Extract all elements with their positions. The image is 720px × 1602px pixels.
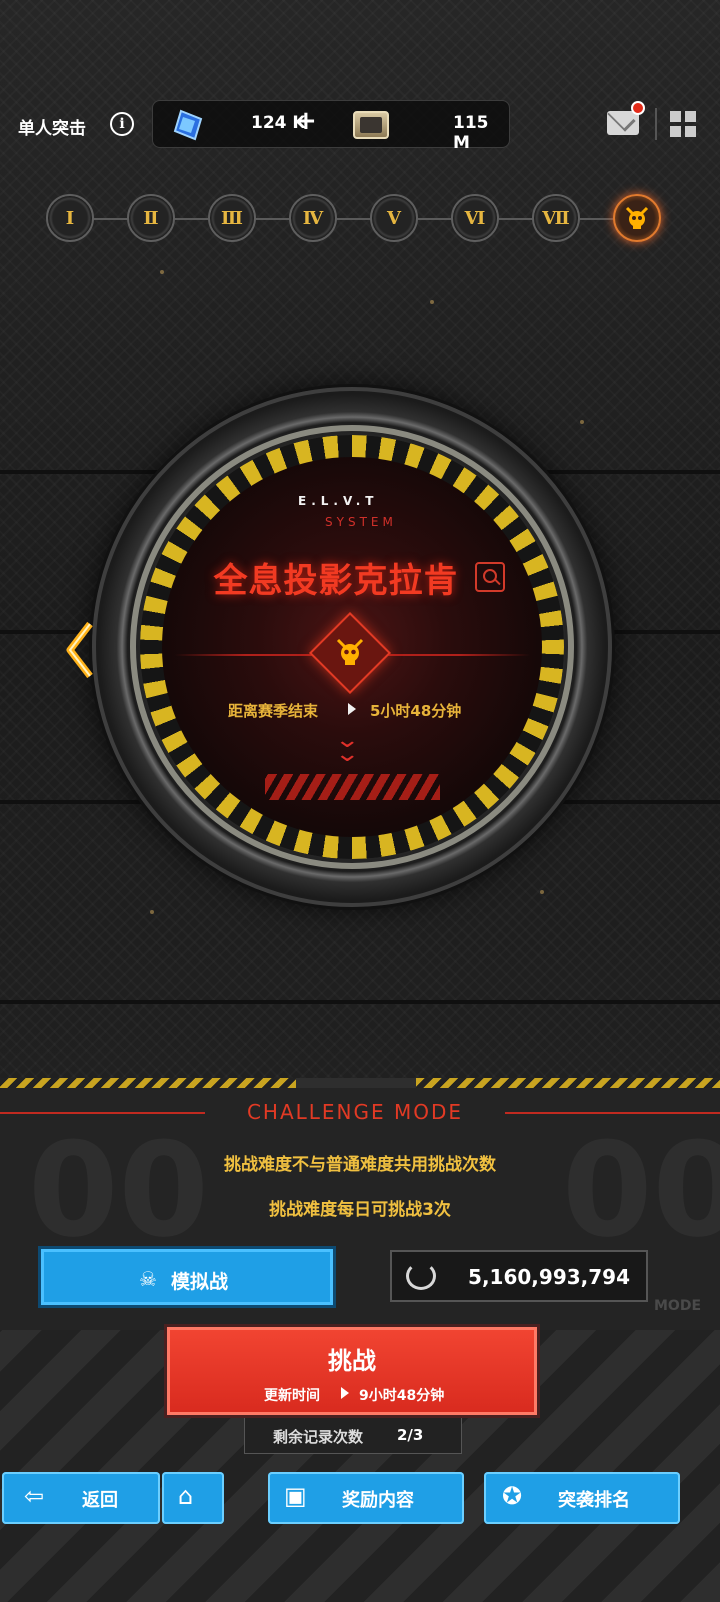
rewards-button[interactable]: ▣ 奖励内容: [268, 1472, 464, 1524]
remaining-records: 剩余记录次数 2/3: [244, 1418, 462, 1454]
challenge-mode-title: CHALLENGE MODE: [246, 1100, 464, 1124]
skull-icon: [625, 206, 649, 229]
crystal-icon: [173, 109, 203, 141]
title-rule-right: [505, 1112, 720, 1114]
rewards-label: 奖励内容: [342, 1490, 414, 1511]
light-dot: [580, 420, 584, 424]
stage-node-2[interactable]: Ⅱ: [127, 194, 175, 242]
dial-stripes: [265, 774, 440, 800]
background-beam: [0, 1000, 720, 1004]
top-bar: 单人突击 i 124 K + 115 M: [0, 100, 720, 153]
ghost-digits-left: 00: [28, 1114, 209, 1266]
light-dot: [430, 300, 434, 304]
laurel-icon: [406, 1262, 436, 1290]
remaining-count: 2/3: [397, 1426, 424, 1444]
simulation-label: 模拟战: [171, 1271, 229, 1293]
hazard-gap: [296, 1078, 416, 1088]
chevron-left-icon[interactable]: [62, 620, 102, 680]
mode-title: 单人突击: [18, 119, 86, 139]
chevron-down-icon: ⌄ ⌄: [334, 728, 361, 767]
season-end-label: 距离赛季结束: [228, 702, 319, 720]
mode-tag: MODE: [654, 1298, 702, 1314]
refresh-label: 更新时间: [264, 1388, 320, 1404]
score-box: 5,160,993,794: [390, 1250, 648, 1302]
menu-grid-icon[interactable]: [670, 111, 696, 137]
back-label: 返回: [82, 1490, 118, 1511]
stage-node-4[interactable]: Ⅳ: [289, 194, 337, 242]
divider: [655, 108, 657, 140]
title-rule-left: [0, 1112, 205, 1114]
home-icon: ⌂: [178, 1482, 194, 1510]
mail-icon[interactable]: [607, 111, 639, 135]
notification-badge: [631, 101, 645, 115]
stage-node-5[interactable]: Ⅴ: [370, 194, 418, 242]
light-dot: [150, 910, 154, 914]
play-arrow-icon: [341, 1387, 349, 1399]
ticket-amount: 115 M: [453, 113, 489, 153]
remaining-label: 剩余记录次数: [273, 1428, 364, 1446]
home-button[interactable]: ⌂: [162, 1472, 224, 1524]
currency-panel: 124 K + 115 M: [152, 100, 510, 153]
light-dot: [540, 890, 544, 894]
rule-text-2: 挑战难度每日可挑战3次: [269, 1200, 451, 1220]
stage-node-6[interactable]: Ⅵ: [451, 194, 499, 242]
stage-node-3[interactable]: Ⅲ: [208, 194, 256, 242]
season-remaining-time: 5小时48分钟: [370, 702, 462, 720]
search-icon[interactable]: [475, 562, 505, 592]
medal-icon: ✪: [502, 1482, 523, 1510]
ghost-digits-right: 00: [562, 1114, 720, 1266]
info-icon[interactable]: i: [110, 112, 134, 136]
skull-icon: [336, 638, 364, 665]
system-label: E.L.V.T: [298, 494, 379, 508]
play-arrow-icon: [348, 703, 356, 715]
reward-box-icon: ▣: [284, 1482, 307, 1510]
simulation-button[interactable]: ☠ 模拟战: [38, 1246, 336, 1308]
back-button[interactable]: ⇦ 返回: [2, 1472, 160, 1524]
refresh-time: 9小时48分钟: [359, 1388, 445, 1404]
exit-icon: ⇦: [24, 1482, 45, 1510]
score-value: 5,160,993,794: [468, 1265, 630, 1289]
ranking-label: 突袭排名: [558, 1490, 630, 1511]
ranking-button[interactable]: ✪ 突袭排名: [484, 1472, 680, 1524]
system-sublabel: SYSTEM: [325, 515, 397, 529]
challenge-button[interactable]: 挑战 更新时间 9小时48分钟: [164, 1324, 540, 1418]
ticket-icon: [353, 111, 389, 139]
stage-node-boss[interactable]: [613, 194, 661, 242]
stage-node-1[interactable]: Ⅰ: [46, 194, 94, 242]
rule-text-1: 挑战难度不与普通难度共用挑战次数: [224, 1155, 496, 1175]
boss-name: 全息投影克拉肯: [213, 561, 459, 601]
stage-node-7[interactable]: Ⅶ: [532, 194, 580, 242]
challenge-button-label: 挑战: [328, 1347, 376, 1375]
skull-crossbones-icon: ☠: [139, 1267, 157, 1291]
add-currency-icon[interactable]: +: [295, 106, 317, 136]
light-dot: [160, 270, 164, 274]
